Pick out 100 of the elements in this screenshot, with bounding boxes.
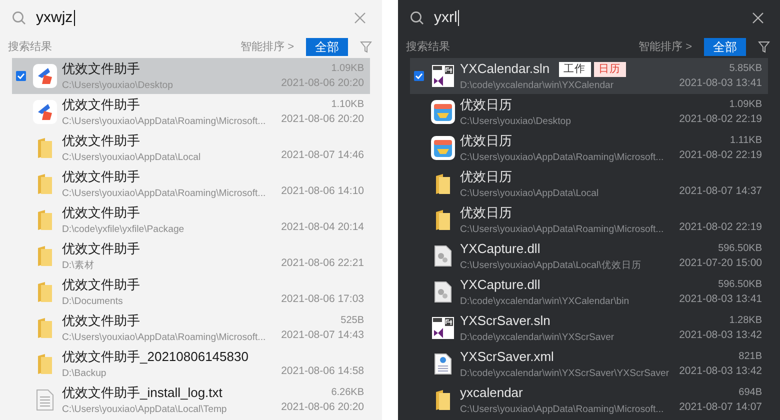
folder-icon (37, 173, 53, 195)
file-path: C:\Users\youxiao\AppData\Local\Temp (62, 402, 228, 416)
result-row[interactable]: 优效日历 C:\Users\youxiao\AppData\Roaming\Microsoft... 2021-08-02 22:19 (410, 202, 768, 238)
results-label: 搜索结果 (8, 40, 52, 55)
file-size: 525B (340, 314, 364, 328)
gear-file-icon (434, 245, 452, 267)
file-size: 821B (738, 350, 762, 364)
file-size: 596.50KB (718, 278, 762, 292)
file-size: 596.50KB (718, 242, 762, 256)
result-row[interactable]: 优效文件助手 C:\Users\youxiao\AppData\Roaming\Microsoft... 2021-08-06 14:10 (12, 166, 370, 202)
file-date: 2021-08-06 17:03 (281, 292, 364, 307)
file-date: 2021-08-06 14:10 (281, 184, 364, 199)
file-name: YXCalendar.sln (460, 60, 550, 78)
file-name: 优效文件助手 (62, 60, 140, 78)
result-row[interactable]: 优效文件助手 C:\Users\youxiao\AppData\Roaming\Microsoft... 525B 2021-08-07 14:43 (12, 310, 370, 346)
file-name: YXScrSaver.xml (460, 348, 554, 366)
checkbox-checked-icon[interactable] (16, 71, 26, 81)
file-path: C:\Users\youxiao\AppData\Local (62, 150, 202, 164)
result-row[interactable]: YXCapture.dll C:\Users\youxiao\AppData\Local\优效日历 596.50KB 2021-07-20 15:00 (410, 238, 768, 274)
search-icon (12, 11, 26, 25)
file-name: 优效文件助手 (62, 312, 140, 330)
file-name: 优效文件助手 (62, 204, 140, 222)
file-path: C:\Users\youxiao\Desktop (460, 114, 572, 128)
file-path: C:\Users\youxiao\Desktop (62, 78, 174, 92)
search-field[interactable]: yxwjz (36, 6, 344, 30)
all-filter-button[interactable]: 全部 (306, 38, 348, 56)
file-size: 5.85KB (729, 62, 762, 76)
folder-icon (37, 281, 53, 303)
result-row[interactable]: 优效文件助手 D:\素材 2021-08-06 22:21 (12, 238, 370, 274)
file-path: D:\Documents (62, 294, 124, 308)
file-date: 2021-08-03 13:41 (679, 76, 762, 91)
solution-file-icon (431, 316, 455, 340)
file-name: 优效文件助手 (62, 168, 140, 186)
file-path: D:\素材 (62, 258, 96, 272)
tag: 日历 (594, 62, 626, 76)
result-row[interactable]: 优效文件助手 D:\Documents 2021-08-06 17:03 (12, 274, 370, 310)
solution-file-icon (431, 64, 455, 88)
folder-icon (37, 209, 53, 231)
file-date: 2021-08-02 22:19 (679, 112, 762, 127)
folder-icon (435, 173, 451, 195)
file-path: C:\Users\youxiao\AppData\Roaming\Microsoft... (62, 330, 267, 344)
all-filter-button[interactable]: 全部 (704, 38, 746, 56)
file-path: C:\Users\youxiao\AppData\Local (460, 186, 600, 200)
file-date: 2021-08-06 14:58 (281, 364, 364, 379)
result-row[interactable]: 优效日历 C:\Users\youxiao\Desktop 1.09KB 2021-08-02 22:19 (410, 94, 768, 130)
file-date: 2021-08-03 13:42 (679, 328, 762, 343)
file-path: D:\code\yxcalendar\win\YXCalendar\bin (460, 294, 630, 308)
folder-icon (37, 137, 53, 159)
result-row[interactable]: YXScrSaver.xml D:\code\yxcalendar\win\YXScrSaver\YXScrSaver 821B 2021-08-03 13:42 (410, 346, 768, 382)
file-date: 2021-08-03 13:41 (679, 292, 762, 307)
folder-icon (37, 353, 53, 375)
result-row[interactable]: YXScrSaver.sln D:\code\yxcalendar\win\YXScrSaver 1.28KB 2021-08-03 13:42 (410, 310, 768, 346)
file-path: C:\Users\youxiao\AppData\Roaming\Microsoft... (460, 150, 665, 164)
result-row[interactable]: YXCapture.dll D:\code\yxcalendar\win\YXCalendar\bin 596.50KB 2021-08-03 13:41 (410, 274, 768, 310)
file-path: D:\code\yxfile\yxfile\Package (62, 222, 186, 236)
folder-icon (435, 389, 451, 411)
file-name: 优效文件助手 (62, 240, 140, 258)
file-date: 2021-08-03 13:42 (679, 364, 762, 379)
file-name: YXScrSaver.sln (460, 312, 550, 330)
file-date: 2021-08-06 22:21 (281, 256, 364, 271)
result-row[interactable]: 优效文件助手 D:\code\yxfile\yxfile\Package 2021-08-04 20:14 (12, 202, 370, 238)
checkbox-checked-icon[interactable] (414, 71, 424, 81)
result-row[interactable]: 优效文件助手 C:\Users\youxiao\AppData\Local 2021-08-07 14:46 (12, 130, 370, 166)
sort-button[interactable]: 智能排序 > (638, 38, 692, 56)
file-size: 6.26KB (331, 386, 364, 400)
file-date: 2021-08-06 20:20 (281, 400, 364, 415)
result-row[interactable]: 优效文件助手 C:\Users\youxiao\Desktop 1.09KB 2021-08-06 20:20 (12, 58, 370, 94)
file-name: yxcalendar (460, 384, 523, 402)
file-size: 1.10KB (331, 98, 364, 112)
gear-file-icon (434, 281, 452, 303)
file-path: D:\Backup (62, 366, 108, 380)
result-row[interactable]: 优效日历 C:\Users\youxiao\AppData\Roaming\Microsoft... 1.11KB 2021-08-02 22:19 (410, 130, 768, 166)
result-row[interactable]: 优效日历 C:\Users\youxiao\AppData\Local 2021-08-07 14:37 (410, 166, 768, 202)
file-size: 1.09KB (729, 98, 762, 112)
result-row[interactable]: YXCalendar.sln 工作 日历 D:\code\yxcalendar\win\YXCalendar 5.85KB 2021-08-03 13:41 (410, 58, 768, 94)
file-size: 1.09KB (331, 62, 364, 76)
file-name: 优效文件助手 (62, 276, 140, 294)
result-row[interactable]: 优效文件助手 C:\Users\youxiao\AppData\Roaming\Microsoft... 1.10KB 2021-08-06 20:20 (12, 94, 370, 130)
file-name: 优效日历 (460, 132, 512, 150)
close-icon[interactable] (752, 12, 764, 24)
file-path: C:\Users\youxiao\AppData\Roaming\Microsoft... (62, 114, 267, 128)
xml-file-icon (434, 353, 452, 375)
file-date: 2021-08-02 22:19 (679, 148, 762, 163)
file-date: 2021-08-07 14:43 (281, 328, 364, 343)
file-name: YXCapture.dll (460, 276, 540, 294)
search-icon (410, 11, 424, 25)
file-date: 2021-08-06 20:20 (281, 112, 364, 127)
filter-icon[interactable] (758, 41, 770, 53)
search-field[interactable]: yxrl (434, 6, 742, 30)
file-date: 2021-08-02 22:19 (679, 220, 762, 235)
app-icon (33, 100, 57, 124)
file-date: 2021-08-07 14:46 (281, 148, 364, 163)
file-size: 694B (738, 386, 762, 400)
file-date: 2021-08-06 20:20 (281, 76, 364, 91)
result-row[interactable]: 优效文件助手_install_log.txt C:\Users\youxiao\AppData\Local\Temp 6.26KB 2021-08-06 20:20 (12, 382, 370, 418)
file-path: C:\Users\youxiao\AppData\Local\优效日历 (460, 258, 642, 272)
calendar-icon (431, 136, 455, 160)
result-row[interactable]: yxcalendar C:\Users\youxiao\AppData\Roaming\Microsoft... 694B 2021-08-07 14:07 (410, 382, 768, 418)
result-row[interactable]: 优效文件助手_20210806145830 D:\Backup 2021-08-06 14:58 (12, 346, 370, 382)
folder-icon (435, 209, 451, 231)
